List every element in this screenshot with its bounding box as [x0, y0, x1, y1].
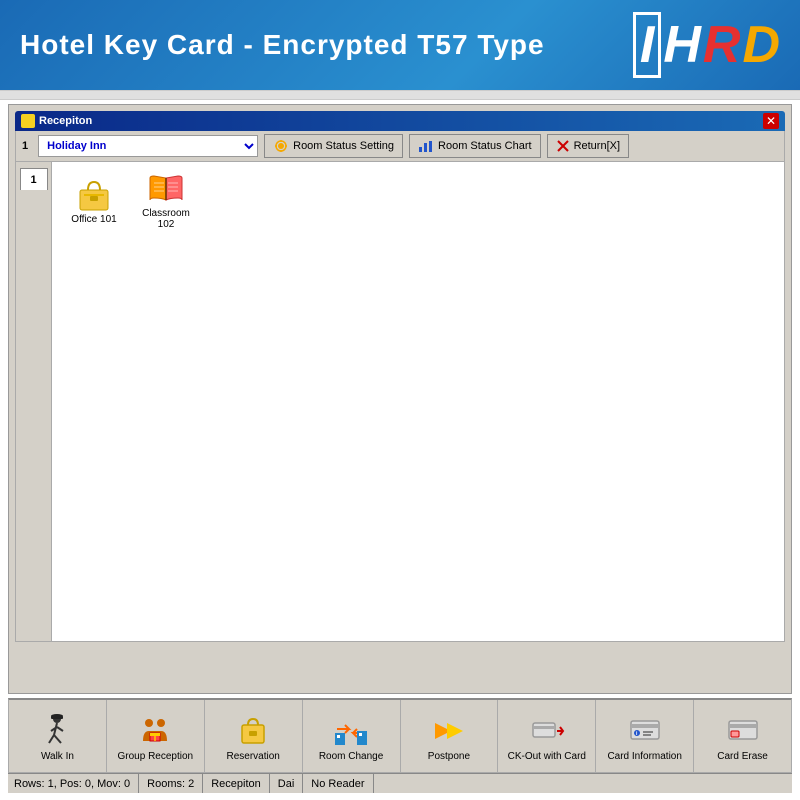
room-status-chart-label: Room Status Chart [438, 140, 532, 152]
toolbar: 1 Holiday Inn Marriott Hilton Room Statu… [15, 131, 785, 162]
ck-out-with-card-button[interactable]: CK-Out with Card [498, 700, 596, 772]
postpone-icon [431, 713, 467, 749]
reservation-label: Reservation [227, 751, 280, 762]
floor-number-label: 1 [22, 140, 28, 152]
room-change-icon [333, 713, 369, 749]
room-change-button[interactable]: Room Change [303, 700, 401, 772]
app-icon [21, 114, 35, 128]
status-rows: Rows: 1, Pos: 0, Mov: 0 [14, 774, 139, 793]
status-reader: No Reader [303, 774, 373, 793]
close-x-icon [556, 139, 570, 153]
logo-i: I [633, 12, 661, 78]
walk-in-icon [39, 713, 75, 749]
card-information-label: Card Information [607, 751, 681, 762]
title-bar-text: Recepiton [39, 115, 92, 127]
postpone-button[interactable]: Postpone [401, 700, 499, 772]
rooms-area: Office 101 [52, 162, 784, 641]
room-status-chart-button[interactable]: Room Status Chart [409, 134, 541, 158]
room-status-setting-label: Room Status Setting [293, 140, 394, 152]
card-erase-button[interactable]: Card Erase [694, 700, 791, 772]
hotel-select[interactable]: Holiday Inn Marriott Hilton [38, 135, 258, 157]
floor-item-1[interactable]: 1 [20, 168, 48, 190]
settings-icon [273, 139, 289, 153]
logo-d: D [742, 15, 780, 75]
floor-sidebar: 1 [16, 162, 52, 641]
return-label: Return[X] [574, 140, 620, 152]
room-office-101[interactable]: Office 101 [60, 170, 128, 230]
logo-r: R [703, 15, 741, 75]
content-area: 1 Office 101 [15, 162, 785, 642]
card-information-icon: i [627, 713, 663, 749]
status-rooms: Rooms: 2 [139, 774, 203, 793]
logo: I H R D [633, 12, 780, 78]
room-classroom-102-label: Classroom 102 [133, 208, 199, 230]
card-erase-icon [725, 713, 761, 749]
card-information-button[interactable]: i Card Information [596, 700, 694, 772]
group-reception-label: Group Reception [118, 751, 194, 762]
app-container: Recepiton ✕ 1 Holiday Inn Marriott Hilto… [8, 104, 792, 694]
title-bar: Recepiton ✕ [15, 111, 785, 131]
ck-out-with-card-label: CK-Out with Card [508, 751, 586, 762]
chart-icon [418, 139, 434, 153]
bottom-toolbar: Walk In Group Reception R [8, 698, 792, 773]
room-classroom-102-icon [146, 170, 186, 206]
title-bar-label: Recepiton [21, 114, 92, 128]
logo-h: H [663, 15, 701, 75]
status-reception: Recepiton [203, 774, 270, 793]
status-bar: Rows: 1, Pos: 0, Mov: 0 Rooms: 2 Recepit… [8, 773, 792, 793]
group-reception-button[interactable]: Group Reception [107, 700, 205, 772]
reservation-button[interactable]: Reservation [205, 700, 303, 772]
reservation-icon [235, 713, 271, 749]
return-button[interactable]: Return[X] [547, 134, 629, 158]
close-button[interactable]: ✕ [763, 113, 779, 129]
room-change-label: Room Change [319, 751, 383, 762]
header: Hotel Key Card - Encrypted T57 Type I H … [0, 0, 800, 90]
walk-in-button[interactable]: Walk In [9, 700, 107, 772]
divider [0, 90, 800, 100]
card-erase-label: Card Erase [717, 751, 768, 762]
room-office-101-icon [74, 176, 114, 212]
room-classroom-102[interactable]: Classroom 102 [132, 170, 200, 230]
room-status-setting-button[interactable]: Room Status Setting [264, 134, 403, 158]
walk-in-label: Walk In [41, 751, 74, 762]
status-dai: Dai [270, 774, 304, 793]
group-reception-icon [137, 713, 173, 749]
postpone-label: Postpone [428, 751, 470, 762]
room-office-101-label: Office 101 [71, 214, 116, 225]
ck-out-with-card-icon [529, 713, 565, 749]
app-title: Hotel Key Card - Encrypted T57 Type [20, 29, 545, 61]
